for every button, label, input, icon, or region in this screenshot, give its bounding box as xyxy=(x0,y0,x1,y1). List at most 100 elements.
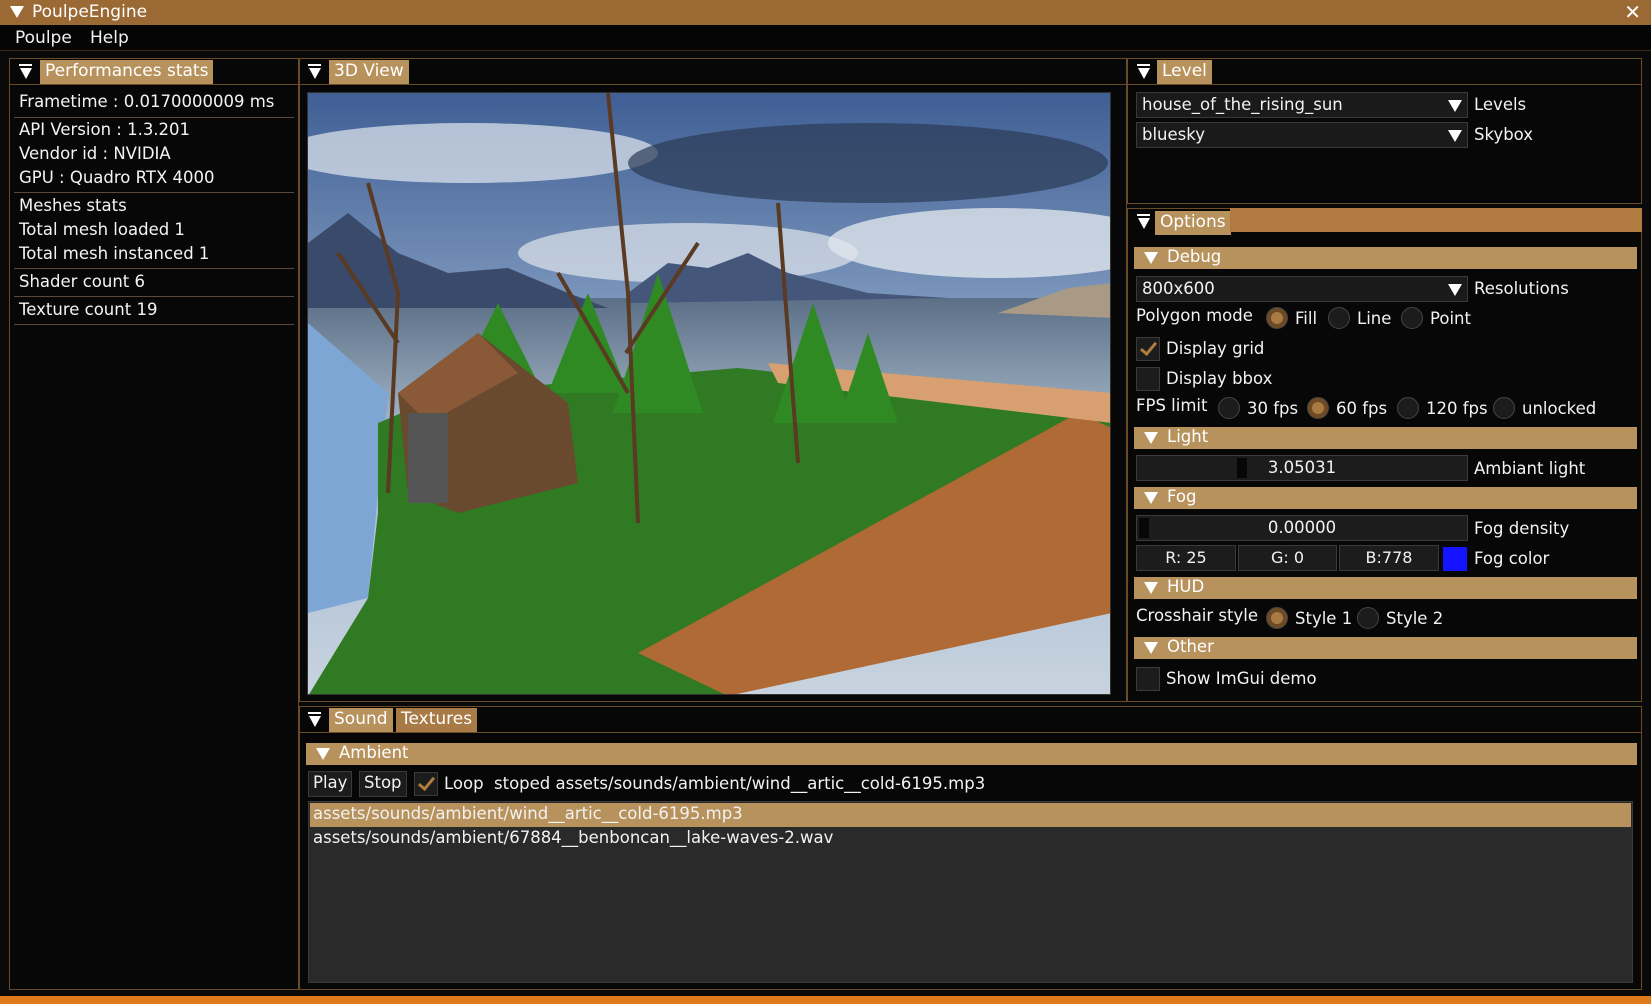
window-title: PoulpeEngine xyxy=(32,2,148,22)
fps-unlocked-label[interactable]: unlocked xyxy=(1522,399,1596,418)
polygon-point-radio[interactable] xyxy=(1401,307,1423,329)
status-strip xyxy=(0,996,1651,1004)
collapse-triangle-icon[interactable] xyxy=(10,6,24,18)
divider xyxy=(9,84,299,85)
polygon-mode-label: Polygon mode xyxy=(1136,306,1253,325)
fog-color-b-field[interactable]: B:778 xyxy=(1339,545,1439,571)
list-item[interactable]: assets/sounds/ambient/67884__benboncan__… xyxy=(313,828,833,847)
hud-header-label: HUD xyxy=(1167,577,1205,596)
fps-limit-label: FPS limit xyxy=(1136,396,1208,415)
divider xyxy=(14,324,294,325)
debug-header-label: Debug xyxy=(1167,247,1222,266)
style-1-radio[interactable] xyxy=(1266,607,1288,629)
display-bbox-label[interactable]: Display bbox xyxy=(1166,369,1272,388)
levels-select-value: house_of_the_rising_sun xyxy=(1142,95,1343,114)
ambient-header-label: Ambient xyxy=(339,743,409,762)
show-imgui-demo-checkbox[interactable] xyxy=(1136,667,1160,691)
close-icon[interactable]: ✕ xyxy=(1624,0,1641,24)
tab-collapse-icon[interactable] xyxy=(1138,218,1150,229)
tab-collapse-icon[interactable] xyxy=(309,68,321,79)
chevron-down-icon[interactable] xyxy=(1443,123,1467,147)
tab-collapse-bar xyxy=(1137,214,1150,216)
resolution-select[interactable]: 800x600 xyxy=(1136,276,1468,302)
fog-density-value: 0.00000 xyxy=(1267,518,1337,537)
polygon-line-label[interactable]: Line xyxy=(1357,309,1391,328)
scene-render[interactable] xyxy=(308,93,1111,695)
resolutions-label: Resolutions xyxy=(1474,279,1569,298)
skybox-label: Skybox xyxy=(1474,125,1534,144)
collapse-triangle-icon xyxy=(1144,582,1158,594)
polygon-fill-label[interactable]: Fill xyxy=(1295,309,1317,328)
tab-collapse-bar xyxy=(308,712,321,714)
play-button[interactable]: Play xyxy=(308,771,353,797)
chevron-down-icon[interactable] xyxy=(1443,277,1467,301)
options-tab-strip xyxy=(1230,208,1642,232)
display-bbox-checkbox[interactable] xyxy=(1136,367,1160,391)
fog-header[interactable]: Fog xyxy=(1134,487,1637,509)
divider xyxy=(14,268,294,269)
divider xyxy=(299,732,1642,733)
divider xyxy=(1127,84,1642,85)
show-imgui-demo-label[interactable]: Show ImGui demo xyxy=(1166,669,1317,688)
meshes-stats-title: Meshes stats xyxy=(19,196,127,215)
title-bar[interactable]: PoulpeEngine ✕ xyxy=(0,0,1651,25)
sound-file-list[interactable]: assets/sounds/ambient/wind__artic__cold-… xyxy=(308,801,1633,983)
gpu-text: GPU : Quadro RTX 4000 xyxy=(19,168,215,187)
fog-density-slider[interactable]: 0.00000 xyxy=(1136,515,1468,541)
stop-button[interactable]: Stop xyxy=(359,771,407,797)
light-header[interactable]: Light xyxy=(1134,427,1637,449)
tab-collapse-bar xyxy=(308,64,321,66)
debug-header[interactable]: Debug xyxy=(1134,247,1637,269)
style-2-radio[interactable] xyxy=(1357,607,1379,629)
loop-checkbox[interactable] xyxy=(414,772,438,796)
tab-options[interactable]: Options xyxy=(1155,211,1231,235)
list-item-label: assets/sounds/ambient/wind__artic__cold-… xyxy=(313,804,743,823)
fps-30-radio[interactable] xyxy=(1218,397,1240,419)
tab-performance-stats[interactable]: Performances stats xyxy=(40,60,214,84)
3d-viewport[interactable] xyxy=(307,92,1111,695)
polygon-line-radio[interactable] xyxy=(1328,307,1350,329)
fog-color-g-field[interactable]: G: 0 xyxy=(1238,545,1337,571)
mesh-loaded-text: Total mesh loaded 1 xyxy=(19,220,185,239)
chevron-down-icon[interactable] xyxy=(1443,93,1467,117)
collapse-triangle-icon xyxy=(316,748,330,760)
tab-textures[interactable]: Textures xyxy=(396,708,478,732)
style-1-label[interactable]: Style 1 xyxy=(1295,609,1352,628)
fps-30-label[interactable]: 30 fps xyxy=(1247,399,1298,418)
hud-header[interactable]: HUD xyxy=(1134,577,1637,599)
ambient-light-label: Ambiant light xyxy=(1474,459,1586,478)
tab-sound[interactable]: Sound xyxy=(329,708,393,732)
other-header[interactable]: Other xyxy=(1134,637,1637,659)
levels-label: Levels xyxy=(1474,95,1527,114)
fps-60-radio[interactable] xyxy=(1307,397,1329,419)
polygon-fill-radio[interactable] xyxy=(1266,307,1288,329)
tab-3d-view[interactable]: 3D View xyxy=(329,60,409,84)
display-grid-label[interactable]: Display grid xyxy=(1166,339,1264,358)
ambient-header[interactable]: Ambient xyxy=(306,743,1637,765)
ambient-light-slider[interactable]: 3.05031 xyxy=(1136,455,1468,481)
tab-collapse-icon[interactable] xyxy=(20,68,32,79)
fog-color-r-field[interactable]: R: 25 xyxy=(1136,545,1236,571)
levels-select[interactable]: house_of_the_rising_sun xyxy=(1136,92,1468,118)
fog-color-label: Fog color xyxy=(1474,549,1550,568)
tab-collapse-icon[interactable] xyxy=(1138,68,1150,79)
divider xyxy=(14,296,294,297)
display-grid-checkbox[interactable] xyxy=(1136,337,1160,361)
fog-color-swatch[interactable] xyxy=(1443,547,1467,571)
polygon-point-label[interactable]: Point xyxy=(1430,309,1471,328)
fps-unlocked-radio[interactable] xyxy=(1493,397,1515,419)
vendor-text: Vendor id : NVIDIA xyxy=(19,144,171,163)
menu-item-poulpe[interactable]: Poulpe xyxy=(15,28,72,48)
loop-label[interactable]: Loop xyxy=(444,774,484,793)
list-item-selected[interactable]: assets/sounds/ambient/wind__artic__cold-… xyxy=(310,803,1631,827)
menu-item-help[interactable]: Help xyxy=(90,28,129,48)
tab-collapse-icon[interactable] xyxy=(309,716,321,727)
fog-density-label: Fog density xyxy=(1474,519,1570,538)
fps-120-label[interactable]: 120 fps xyxy=(1426,399,1488,418)
fps-120-radio[interactable] xyxy=(1397,397,1419,419)
skybox-select[interactable]: bluesky xyxy=(1136,122,1468,148)
style-2-label[interactable]: Style 2 xyxy=(1386,609,1443,628)
tab-level[interactable]: Level xyxy=(1157,60,1212,84)
divider xyxy=(14,192,294,193)
fps-60-label[interactable]: 60 fps xyxy=(1336,399,1387,418)
